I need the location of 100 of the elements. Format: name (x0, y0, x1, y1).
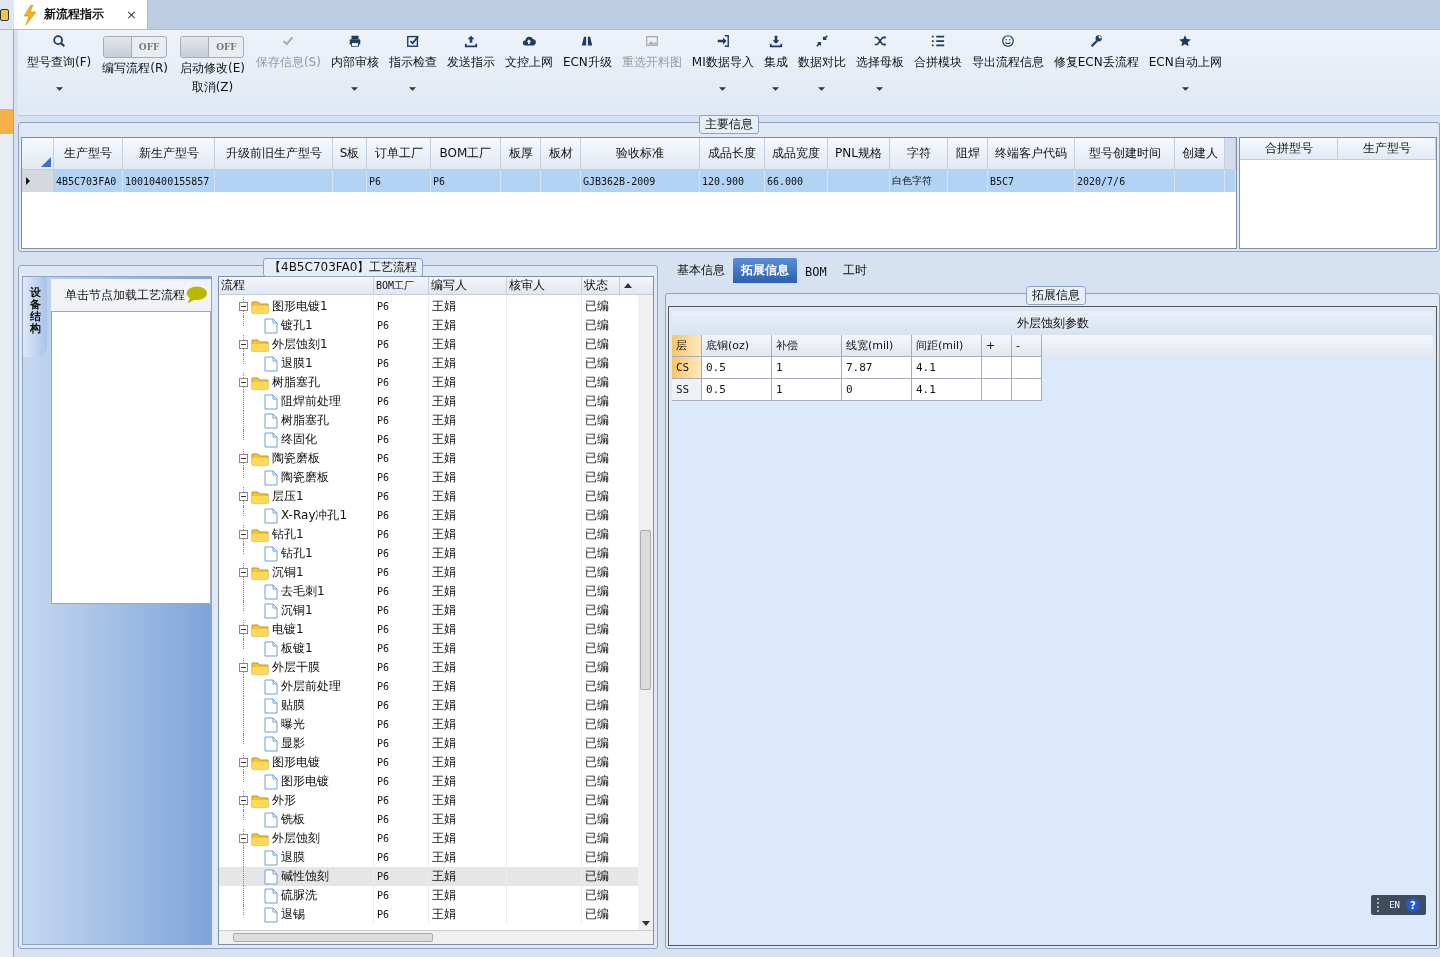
collapse-icon[interactable] (239, 625, 248, 634)
caret-icon[interactable] (409, 87, 417, 91)
scroll-up-icon[interactable] (623, 283, 632, 288)
vertical-scrollbar[interactable] (638, 295, 653, 930)
table-cell: P6 (377, 548, 390, 559)
vertical-tab[interactable]: 设备结构 (23, 277, 47, 357)
toolbar-button[interactable]: 内部审核 (325, 34, 384, 91)
row-header[interactable] (22, 170, 54, 192)
toolbar-button[interactable]: 指示检查 (383, 34, 442, 91)
tree-row[interactable]: 退膜1 P6 王娟 已编 (219, 354, 638, 373)
cancel-button[interactable]: 取消(Z) (191, 79, 234, 96)
tree-row[interactable]: 图形电镀 P6 王娟 已编 (219, 772, 638, 791)
collapse-icon[interactable] (239, 663, 248, 672)
tree-row[interactable]: 曝光 P6 王娟 已编 (219, 715, 638, 734)
tree-row[interactable]: 碱性蚀刻 P6 王娟 已编 (219, 867, 638, 886)
toggle-switch[interactable]: OFF (180, 36, 245, 58)
tree-row[interactable]: 外层蚀刻 P6 王娟 已编 (219, 829, 638, 848)
tree-row[interactable]: 沉铜1 P6 王娟 已编 (219, 563, 638, 582)
collapse-icon[interactable] (239, 796, 248, 805)
collapse-icon[interactable] (239, 530, 248, 539)
toolbar-button[interactable]: MI数据导入 (686, 34, 759, 91)
tree-row[interactable]: 阻焊前处理 P6 王娟 已编 (219, 392, 638, 411)
collapse-icon[interactable] (239, 758, 248, 767)
collapse-icon[interactable] (239, 378, 248, 387)
tree-row[interactable]: 树脂塞孔 P6 王娟 已编 (219, 411, 638, 430)
toolbar-button[interactable]: ECN自动上网 (1143, 34, 1227, 91)
tree-row[interactable]: 外形 P6 王娟 已编 (219, 791, 638, 810)
toolbar-button[interactable]: 型号查询(F) (22, 34, 97, 91)
tree-row[interactable]: 外层蚀刻1 P6 王娟 已编 (219, 335, 638, 354)
column-header[interactable]: 核审人 (507, 277, 582, 294)
caret-icon[interactable] (772, 87, 780, 91)
row-header[interactable]: CS (672, 357, 702, 379)
tab[interactable]: 拓展信息 (733, 258, 797, 283)
close-button[interactable]: × (126, 7, 137, 22)
tree-row[interactable]: 贴膜 P6 王娟 已编 (219, 696, 638, 715)
toolbar-button[interactable]: 数据对比 (792, 34, 851, 91)
caret-icon[interactable] (55, 87, 63, 91)
tree-row[interactable]: 沉铜1 P6 王娟 已编 (219, 601, 638, 620)
tree-row[interactable]: 硫脲洗 P6 王娟 已编 (219, 886, 638, 905)
toolbar-button[interactable]: 发送指示 (441, 34, 500, 71)
collapse-icon[interactable] (239, 340, 248, 349)
document-tab[interactable]: 新流程指示 × (14, 0, 148, 29)
caret-icon[interactable] (719, 87, 727, 91)
horizontal-scrollbar[interactable] (219, 930, 653, 944)
tree-row[interactable]: 终固化 P6 王娟 已编 (219, 430, 638, 449)
tree-row[interactable]: 板镀1 P6 王娟 已编 (219, 639, 638, 658)
column-header[interactable]: 流程 (219, 277, 374, 294)
tree-row[interactable]: 退锡 P6 王娟 已编 (219, 905, 638, 924)
tree-row[interactable]: 陶瓷磨板 P6 王娟 已编 (219, 449, 638, 468)
caret-icon[interactable] (876, 87, 884, 91)
tree-row[interactable]: 显影 P6 王娟 已编 (219, 734, 638, 753)
tree-row[interactable]: 镀孔1 P6 王娟 已编 (219, 316, 638, 335)
column-header[interactable]: BOM工厂 (374, 277, 429, 294)
row-header[interactable]: SS (672, 379, 702, 401)
tree-row[interactable]: 电镀1 P6 王娟 已编 (219, 620, 638, 639)
tree-row[interactable]: 图形电镀 P6 王娟 已编 (219, 753, 638, 772)
tree-row[interactable]: 陶瓷磨板 P6 王娟 已编 (219, 468, 638, 487)
column-header[interactable]: 生产型号 (1338, 138, 1436, 160)
toggle-switch[interactable]: OFF (103, 36, 168, 58)
scroll-thumb[interactable] (233, 933, 433, 942)
collapse-icon[interactable] (239, 492, 248, 501)
tree-row[interactable]: 外层干膜 P6 王娟 已编 (219, 658, 638, 677)
toolbar-button[interactable]: 导出流程信息 (966, 34, 1049, 71)
table-cell: 1 (772, 379, 842, 401)
scroll-down-icon[interactable] (641, 921, 650, 926)
table-cell: P6 (377, 890, 390, 901)
column-header[interactable]: 状态 (582, 277, 620, 294)
tab[interactable]: 基本信息 (669, 258, 733, 283)
toolbar-button[interactable]: 合拼模块 (908, 34, 967, 71)
tree-row[interactable]: 铣板 P6 王娟 已编 (219, 810, 638, 829)
toolbar-button[interactable]: 选择母板 (850, 34, 909, 91)
tree-row[interactable]: 层压1 P6 王娟 已编 (219, 487, 638, 506)
caret-icon[interactable] (351, 87, 359, 91)
tab[interactable]: BOM (797, 261, 835, 283)
language-indicator[interactable]: EN (1389, 900, 1400, 910)
tree-row[interactable]: 树脂塞孔 P6 王娟 已编 (219, 373, 638, 392)
column-header[interactable]: 合拼型号 (1240, 138, 1338, 160)
toolbar-button[interactable]: ECN升级 (557, 34, 617, 71)
caret-icon[interactable] (818, 87, 826, 91)
tree-row[interactable]: 图形电镀1 P6 王娟 已编 (219, 297, 638, 316)
help-button[interactable]: ? (1406, 898, 1420, 912)
tree-row[interactable]: 钻孔1 P6 王娟 已编 (219, 544, 638, 563)
collapse-icon[interactable] (239, 454, 248, 463)
scroll-thumb[interactable] (640, 530, 651, 690)
tree-row[interactable]: X-Ray冲孔1 P6 王娟 已编 (219, 506, 638, 525)
tree-row[interactable]: 外层前处理 P6 王娟 已编 (219, 677, 638, 696)
tree-row[interactable]: 去毛刺1 P6 王娟 已编 (219, 582, 638, 601)
column-header[interactable]: 层 (672, 335, 702, 357)
tree-row[interactable]: 钻孔1 P6 王娟 已编 (219, 525, 638, 544)
folder-icon (251, 299, 269, 314)
collapse-icon[interactable] (239, 834, 248, 843)
toolbar-button[interactable]: 文控上网 (499, 34, 558, 71)
toolbar-button[interactable]: 集成 (758, 34, 793, 91)
tab[interactable]: 工时 (834, 258, 875, 283)
pin-icon[interactable] (0, 8, 9, 21)
collapse-icon[interactable] (239, 568, 248, 577)
column-header[interactable]: 编写人 (429, 277, 507, 294)
caret-icon[interactable] (1181, 87, 1189, 91)
collapse-icon[interactable] (239, 302, 248, 311)
toolbar-button[interactable]: 修复ECN丢流程 (1048, 34, 1144, 71)
